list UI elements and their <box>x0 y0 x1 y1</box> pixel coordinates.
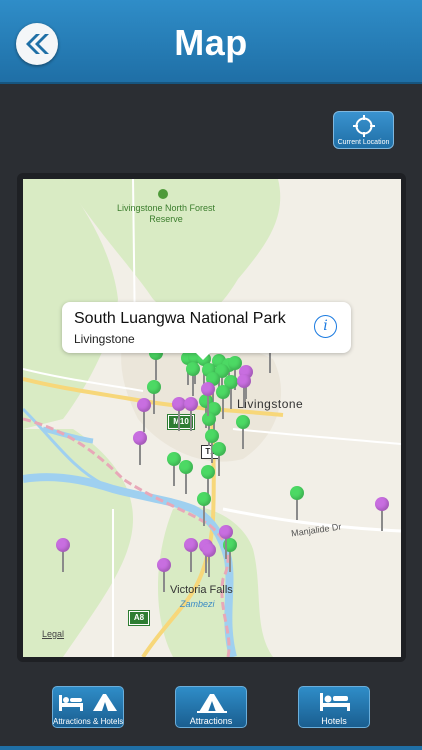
tab-label: Attractions <box>189 716 233 726</box>
pin-head <box>184 538 198 552</box>
attraction-map-pin[interactable] <box>186 362 200 396</box>
map-view[interactable]: Livingstone North Forest Reserve Livings… <box>23 179 401 657</box>
road-shield-a8: A8 <box>128 610 150 626</box>
current-location-button[interactable]: Current Location <box>333 111 394 149</box>
hotel-map-pin[interactable] <box>137 398 151 432</box>
hotel-map-pin[interactable] <box>219 525 233 559</box>
bed-icon <box>320 693 350 711</box>
info-icon[interactable]: i <box>314 315 337 338</box>
pin-head <box>212 442 226 456</box>
callout-tail <box>195 352 211 360</box>
pin-head <box>236 415 250 429</box>
zambezi-label: Zambezi <box>180 599 215 609</box>
pin-head <box>157 558 171 572</box>
tab-hotels[interactable]: Hotels <box>298 686 370 728</box>
pin-head <box>237 374 251 388</box>
tab-attractions[interactable]: Attractions <box>175 686 247 728</box>
tab-label: Hotels <box>321 716 347 726</box>
map-callout[interactable]: South Luangwa National Park Livingstone … <box>62 302 351 360</box>
pin-head <box>216 385 230 399</box>
legal-link[interactable]: Legal <box>42 629 64 639</box>
pin-head <box>186 362 200 376</box>
tab-attractions-and-hotels[interactable]: Attractions & Hotels <box>52 686 124 728</box>
pin-head <box>184 397 198 411</box>
hotel-map-pin[interactable] <box>133 431 147 465</box>
pin-head <box>179 460 193 474</box>
hotel-map-pin[interactable] <box>184 397 198 431</box>
tent-icon <box>197 694 227 713</box>
pin-head <box>201 465 215 479</box>
bottom-accent-line <box>0 746 422 750</box>
hotel-map-pin[interactable] <box>375 497 389 531</box>
pin-head <box>205 429 219 443</box>
pin-head <box>133 431 147 445</box>
attraction-map-pin[interactable] <box>179 460 193 494</box>
attraction-map-pin[interactable] <box>236 415 250 449</box>
pin-head <box>375 497 389 511</box>
callout-title: South Luangwa National Park <box>74 310 286 327</box>
header-bar: Map <box>0 0 422 84</box>
hotel-map-pin[interactable] <box>201 382 215 416</box>
hotel-map-pin[interactable] <box>56 538 70 572</box>
pin-head <box>290 486 304 500</box>
hotel-map-pin[interactable] <box>157 558 171 592</box>
page-title: Map <box>174 22 248 63</box>
pin-head <box>147 380 161 394</box>
pin-head <box>197 492 211 506</box>
hotel-map-pin[interactable] <box>237 374 251 408</box>
victoria-falls-label: Victoria Falls <box>170 584 233 596</box>
current-location-label: Current Location <box>337 139 390 146</box>
pin-head <box>56 538 70 552</box>
pin-head <box>202 543 216 557</box>
park-icon <box>158 189 168 199</box>
attraction-map-pin[interactable] <box>290 486 304 520</box>
pin-head <box>219 525 233 539</box>
tab-label: Attractions & Hotels <box>53 717 124 726</box>
attraction-map-pin[interactable] <box>197 492 211 526</box>
crosshair-icon <box>353 115 375 137</box>
callout-subtitle: Livingstone <box>74 332 135 346</box>
hotel-map-pin[interactable] <box>184 538 198 572</box>
pin-head <box>201 382 215 396</box>
forest-reserve-label: Livingstone North Forest Reserve <box>116 203 216 224</box>
hotel-map-pin[interactable] <box>202 543 216 577</box>
pin-head <box>137 398 151 412</box>
bed-tent-icon <box>59 694 117 711</box>
park-area-southwest <box>23 429 133 657</box>
